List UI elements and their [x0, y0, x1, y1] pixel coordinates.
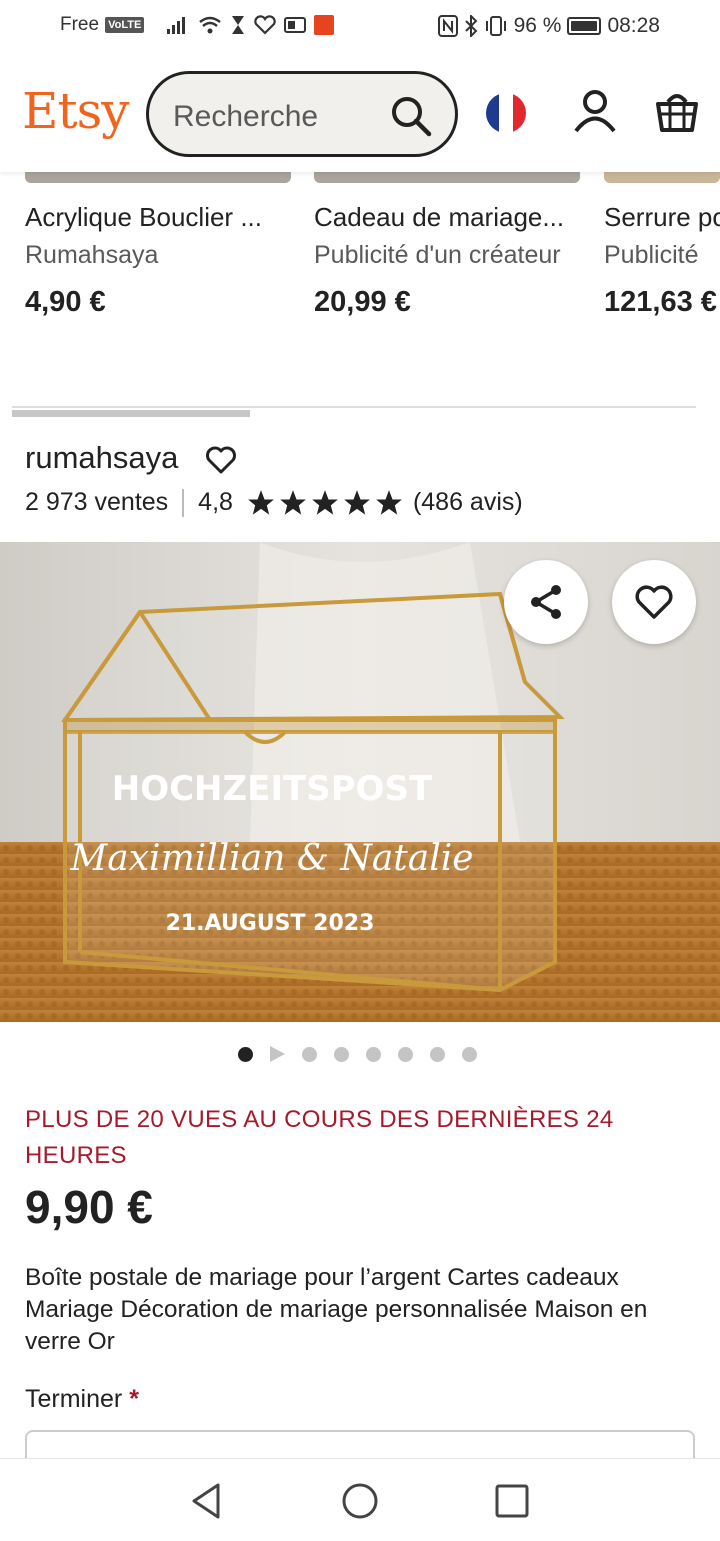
engraving-title: HOCHZEITSPOST	[112, 769, 433, 809]
status-right: 96 % 08:28	[437, 14, 660, 38]
clock: 08:28	[607, 14, 660, 37]
product-thumbnail[interactable]	[314, 172, 580, 183]
battery-icon	[567, 17, 602, 35]
recents-icon[interactable]	[492, 1481, 532, 1521]
carrier-label: Free	[60, 14, 100, 35]
signal-icon	[167, 17, 186, 34]
system-nav-bar	[0, 1458, 720, 1541]
video-play-icon[interactable]	[270, 1046, 285, 1062]
volte-badge: VoLTE	[105, 17, 145, 33]
search-icon[interactable]	[389, 94, 433, 138]
product-card[interactable]: Acrylique Bouclier ... Rumahsaya 4,90 €	[25, 172, 291, 319]
pagination-dot-active[interactable]	[238, 1046, 253, 1062]
status-bar: Free VoLTE 96 % 08:28	[0, 0, 720, 56]
star-icon	[344, 489, 370, 515]
product-price: 121,63 €	[604, 286, 717, 318]
sales-count: 2 973 ventes	[25, 488, 169, 516]
heart-status-icon	[254, 15, 276, 35]
product-shop: Publicité d'un créateur	[314, 241, 561, 269]
product-card[interactable]: Serrure pour... Publicité 121,63 €	[604, 172, 720, 319]
pagination-dot[interactable]	[334, 1046, 349, 1062]
product-main-image[interactable]: HOCHZEITSPOST Maximillian & Natalie 21.A…	[0, 542, 720, 1022]
image-pagination	[238, 1046, 477, 1062]
stats-divider	[182, 488, 185, 517]
pagination-dot[interactable]	[302, 1046, 317, 1062]
listing-price: 9,90 €	[25, 1181, 153, 1233]
rating-value: 4,8	[198, 488, 233, 516]
app-header: Etsy Recherche	[0, 60, 720, 172]
product-card[interactable]: Cadeau de mariage... Publicité d'un créa…	[314, 172, 580, 319]
views-notice: PLUS DE 20 VUES AU COURS DES DERNIÈRES 2…	[25, 1106, 614, 1169]
option-label-text: Terminer	[25, 1385, 123, 1413]
option-label: Terminer *	[25, 1385, 139, 1414]
pagination-dot[interactable]	[462, 1046, 477, 1062]
required-mark: *	[129, 1385, 139, 1413]
product-title: Acrylique Bouclier ...	[25, 202, 262, 232]
share-button[interactable]	[504, 560, 588, 644]
vibrate-icon	[485, 16, 506, 36]
notification-app-icon	[314, 15, 335, 35]
star-icon	[280, 489, 306, 515]
status-icons	[166, 15, 335, 35]
product-shop: Rumahsaya	[25, 241, 159, 269]
product-thumbnail[interactable]	[25, 172, 291, 183]
star-icon	[312, 489, 338, 515]
status-left: Free VoLTE	[60, 14, 335, 36]
carousel-scroll-track	[12, 406, 696, 408]
pagination-dot[interactable]	[366, 1046, 381, 1062]
product-price: 20,99 €	[314, 286, 411, 318]
home-icon[interactable]	[340, 1481, 380, 1521]
nfc-icon	[437, 15, 458, 37]
pagination-dot[interactable]	[430, 1046, 445, 1062]
search-input[interactable]: Recherche	[146, 71, 458, 157]
shop-stats: 2 973 ventes 4,8 (486 avis)	[25, 488, 523, 517]
cart-icon[interactable]	[654, 88, 700, 134]
account-icon[interactable]	[572, 88, 618, 134]
bluetooth-icon	[464, 15, 477, 37]
etsy-logo[interactable]: Etsy	[22, 82, 129, 140]
star-icon	[248, 489, 274, 515]
engraving-names: Maximillian & Natalie	[69, 838, 473, 879]
wifi-icon	[199, 16, 222, 34]
france-flag-icon[interactable]	[486, 93, 526, 133]
app-status-icon	[284, 17, 307, 33]
shop-name-link[interactable]: rumahsaya	[25, 440, 178, 476]
listing-title: Boîte postale de mariage pour l’argent C…	[25, 1264, 648, 1355]
battery-percent: 96 %	[513, 14, 562, 37]
product-thumbnail[interactable]	[604, 172, 720, 183]
product-title: Cadeau de mariage...	[314, 202, 565, 232]
search-placeholder: Recherche	[173, 100, 319, 133]
product-title: Serrure pour...	[604, 202, 720, 232]
back-icon[interactable]	[186, 1481, 226, 1521]
related-products: Acrylique Bouclier ... Rumahsaya 4,90 € …	[0, 172, 720, 342]
star-icon	[376, 489, 402, 515]
rating-stars	[247, 489, 403, 517]
heart-icon	[635, 585, 673, 619]
favorite-listing-button[interactable]	[612, 560, 696, 644]
share-icon	[531, 585, 561, 619]
pagination-dot[interactable]	[398, 1046, 413, 1062]
product-shop: Publicité	[604, 241, 699, 269]
product-photo: HOCHZEITSPOST Maximillian & Natalie 21.A…	[0, 542, 720, 1022]
hourglass-icon	[232, 16, 245, 34]
reviews-link[interactable]: (486 avis)	[413, 488, 523, 517]
favorite-shop-heart-icon[interactable]	[205, 445, 237, 475]
product-price: 4,90 €	[25, 286, 106, 318]
carousel-scroll-thumb[interactable]	[12, 410, 250, 417]
engraving-date: 21.AUGUST 2023	[166, 911, 375, 936]
